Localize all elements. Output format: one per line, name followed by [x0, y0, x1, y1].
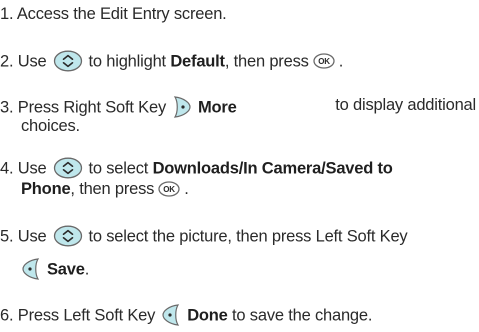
nav-key-icon [53, 50, 83, 72]
step-number: 5. [0, 227, 14, 246]
step-number: 4. [0, 159, 14, 178]
step-text: to display additional [335, 96, 476, 114]
instruction-list: 1. Access the Edit Entry screen. 2. Use t… [0, 0, 479, 332]
step-4: 4. Use to select Downloads/In Camera/Save… [0, 157, 393, 181]
step-text: Use [17, 227, 47, 246]
step-number: 1. [0, 5, 14, 23]
step-text: , then press [70, 180, 155, 198]
step-text: . [338, 52, 344, 71]
menu-option-downloads: Downloads/In Camera/Saved to [152, 159, 393, 178]
step-1: 1. Access the Edit Entry screen. [0, 4, 227, 24]
step-number: 6. [0, 306, 14, 325]
step-text: . [84, 260, 90, 279]
step-3-continued: choices. [21, 116, 80, 136]
left-soft-key-icon [21, 257, 41, 281]
step-text: to select the picture, then press Left S… [88, 227, 408, 246]
step-text: Access the Edit Entry screen. [16, 5, 227, 23]
step-number: 2. [0, 52, 14, 71]
step-text: Press Right Soft Key [17, 98, 166, 117]
nav-key-icon [53, 225, 83, 247]
right-soft-key-icon [172, 95, 192, 119]
step-text: Use [17, 52, 47, 71]
menu-option-default: Default [170, 52, 225, 71]
step-text: , then press [224, 52, 309, 71]
ok-key-icon: OK [158, 180, 180, 197]
step-text: to select [88, 159, 149, 178]
menu-option-phone: Phone [21, 180, 71, 198]
soft-key-label-done: Done [187, 306, 228, 325]
step-text: to highlight [88, 52, 167, 71]
soft-key-label-save: Save [47, 260, 85, 279]
step-2: 2. Use to highlight Default, then press OK… [0, 50, 343, 74]
step-4-continued: Phone, then press OK. [21, 179, 189, 199]
step-text: Press Left Soft Key [17, 306, 156, 325]
step-text: Use [17, 159, 47, 178]
nav-key-icon [53, 157, 83, 179]
step-5: 5. Use to select the picture, then press … [0, 225, 408, 249]
step-text: . [184, 180, 189, 198]
step-5-continued: Save. [21, 257, 89, 283]
ok-key-icon: OK [313, 53, 335, 69]
ok-label: OK [163, 185, 175, 194]
step-text: to save the change. [232, 306, 373, 325]
soft-key-label-more: More [198, 98, 237, 117]
step-6: 6. Press Left Soft Key Done to save the c… [0, 303, 372, 329]
step-text: choices. [21, 117, 80, 135]
left-soft-key-icon [161, 303, 181, 327]
ok-label: OK [318, 57, 330, 66]
step-number: 3. [0, 98, 14, 117]
